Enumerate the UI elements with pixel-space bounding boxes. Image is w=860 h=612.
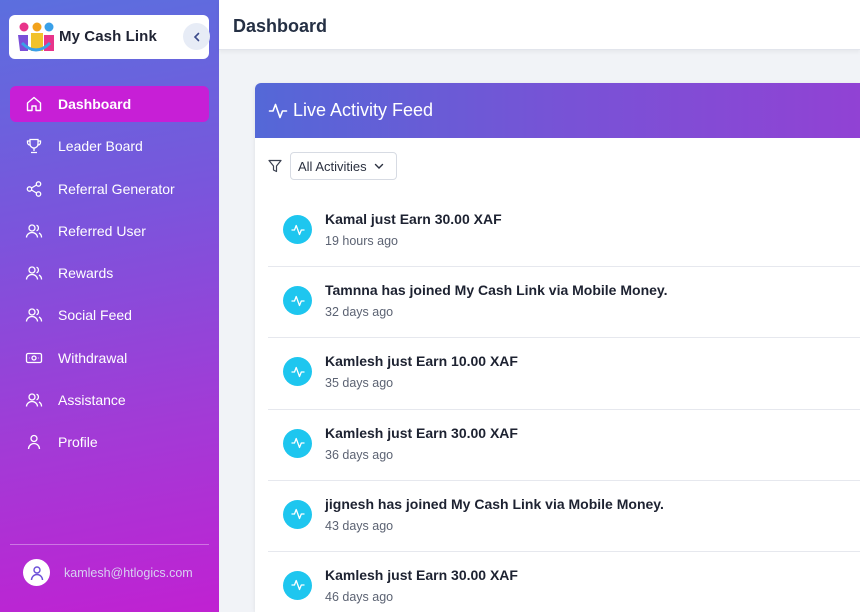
activity-badge xyxy=(283,428,312,458)
sidebar-item-withdrawal[interactable]: Withdrawal xyxy=(10,340,209,376)
activity-time: 36 days ago xyxy=(325,447,394,462)
user-email[interactable]: kamlesh@htlogics.com xyxy=(64,566,193,580)
sidebar-item-label: Referred User xyxy=(58,222,146,239)
chevron-down-icon xyxy=(374,163,384,169)
sidebar-item-label: Referral Generator xyxy=(58,180,175,197)
sidebar-item-label: Withdrawal xyxy=(58,349,128,366)
users-icon xyxy=(25,266,43,280)
users-icon xyxy=(25,224,43,238)
list-item: jignesh has joined My Cash Link via Mobi… xyxy=(268,481,860,552)
card-title: Live Activity Feed xyxy=(293,100,434,120)
sidebar-divider xyxy=(10,544,209,545)
activity-badge xyxy=(283,499,312,529)
trophy-icon xyxy=(26,139,42,154)
activity-text: Kamlesh just Earn 10.00 XAF xyxy=(325,353,518,370)
sidebar-item-leader-board[interactable]: Leader Board xyxy=(10,128,209,164)
sidebar-item-social-feed[interactable]: Social Feed xyxy=(10,297,209,333)
activity-text: Kamal just Earn 30.00 XAF xyxy=(325,211,502,227)
activity-time: 32 days ago xyxy=(325,305,394,320)
users-icon xyxy=(25,393,43,407)
activity-icon xyxy=(268,103,288,119)
sidebar: My Cash Link Dashboard Leader Board Refe… xyxy=(0,0,219,612)
activity-badge xyxy=(283,357,312,387)
sidebar-nav: Dashboard Leader Board Referral Generato… xyxy=(0,86,219,467)
activity-badge xyxy=(283,286,312,316)
filter-icon xyxy=(268,159,282,173)
share-icon xyxy=(26,180,42,197)
sidebar-item-rewards[interactable]: Rewards xyxy=(10,255,209,291)
list-item: Kamal just Earn 30.00 XAF 19 hours ago xyxy=(268,196,860,268)
cash-icon xyxy=(25,352,43,363)
card-header: Live Activity Feed xyxy=(255,83,860,138)
sidebar-item-referred-user[interactable]: Referred User xyxy=(10,213,209,249)
sidebar-item-label: Rewards xyxy=(58,265,114,282)
activity-icon xyxy=(290,224,305,235)
list-item: Kamlesh just Earn 10.00 XAF 35 days ago xyxy=(268,338,860,410)
users-icon xyxy=(25,308,43,323)
activity-text: Kamlesh just Earn 30.00 XAF xyxy=(325,566,518,583)
activity-icon xyxy=(290,366,305,378)
list-item: Tamnna has joined My Cash Link via Mobil… xyxy=(268,267,860,339)
activity-text: Tamnna has joined My Cash Link via Mobil… xyxy=(325,282,668,299)
chevron-left-icon xyxy=(193,32,199,41)
activity-icon xyxy=(290,580,305,591)
activity-time: 43 days ago xyxy=(325,518,394,533)
home-icon xyxy=(26,96,42,112)
activity-time: 46 days ago xyxy=(325,589,394,604)
activity-text: Kamlesh just Earn 30.00 XAF xyxy=(325,424,518,441)
user-icon xyxy=(27,435,41,450)
page-title: Dashboard xyxy=(233,16,328,36)
brand-logo-icon xyxy=(18,22,54,52)
brand-name: My Cash Link xyxy=(59,28,157,45)
activity-text: jignesh has joined My Cash Link via Mobi… xyxy=(325,495,664,512)
sidebar-item-dashboard[interactable]: Dashboard xyxy=(10,86,209,122)
list-item: Kamlesh just Earn 30.00 XAF 46 days ago xyxy=(268,552,860,612)
live-activity-card: Live Activity Feed All Activities Kamal … xyxy=(255,83,860,612)
list-item: Kamlesh just Earn 30.00 XAF 36 days ago xyxy=(268,410,860,481)
activity-icon xyxy=(290,295,305,306)
sidebar-item-label: Dashboard xyxy=(58,96,132,112)
sidebar-item-profile[interactable]: Profile xyxy=(10,424,209,460)
activity-badge xyxy=(283,570,312,600)
sidebar-item-referral-generator[interactable]: Referral Generator xyxy=(10,171,209,207)
top-bar: Dashboard xyxy=(219,0,860,50)
activity-filter-select[interactable]: All Activities xyxy=(290,152,397,180)
activity-time: 35 days ago xyxy=(325,376,394,391)
sidebar-collapse-button[interactable] xyxy=(183,23,210,50)
user-icon xyxy=(30,565,43,580)
activity-feed-list: Kamal just Earn 30.00 XAF 19 hours ago T… xyxy=(268,196,860,612)
sidebar-item-label: Leader Board xyxy=(58,138,143,155)
sidebar-item-assistance[interactable]: Assistance xyxy=(10,382,209,418)
activity-time: 19 hours ago xyxy=(325,234,398,248)
avatar[interactable] xyxy=(23,559,50,586)
activity-icon xyxy=(290,509,305,520)
brand-logo-box[interactable]: My Cash Link xyxy=(9,15,210,59)
activity-icon xyxy=(290,437,305,449)
sidebar-item-label: Profile xyxy=(58,434,98,451)
filter-selected-value: All Activities xyxy=(298,159,367,174)
sidebar-item-label: Assistance xyxy=(58,392,126,409)
activity-badge xyxy=(283,215,312,244)
sidebar-item-label: Social Feed xyxy=(58,307,132,324)
